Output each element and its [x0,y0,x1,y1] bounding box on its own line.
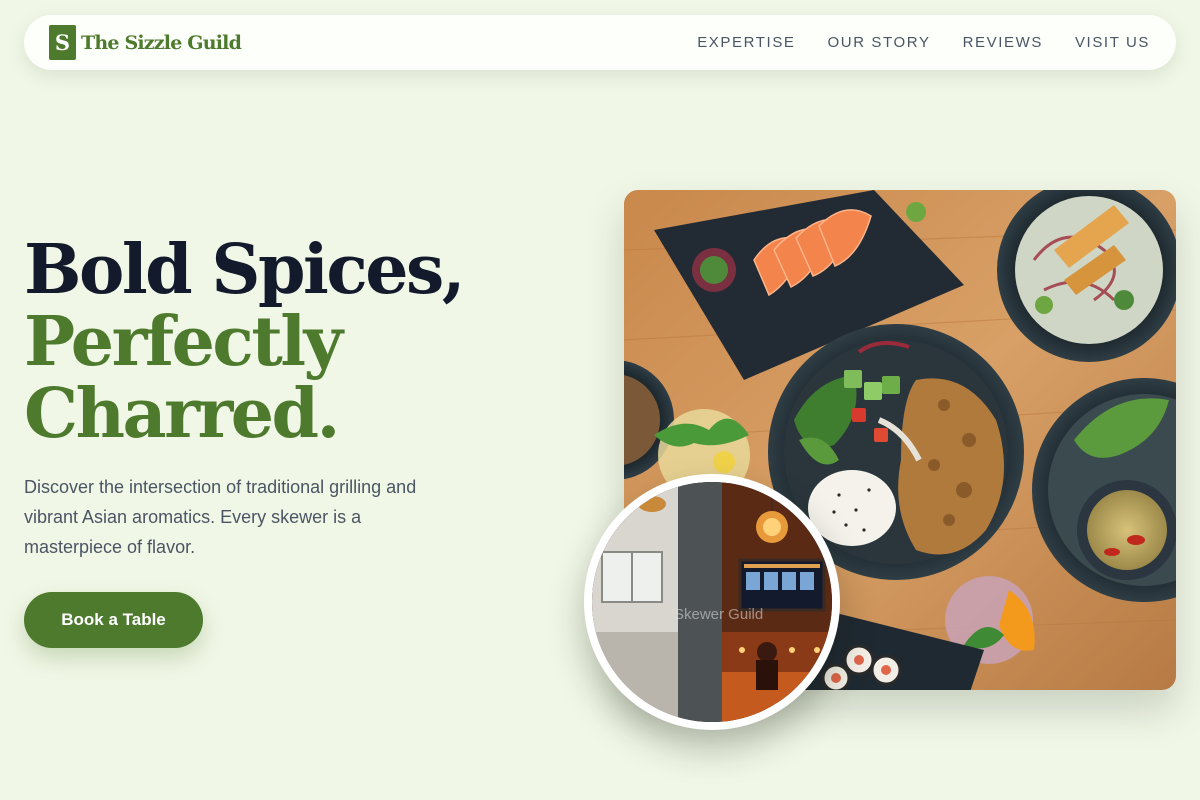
nav-link-our-story[interactable]: OUR STORY [828,34,931,51]
restaurant-interior-photo: Skewer Guild [592,482,832,722]
hero-description: Discover the intersection of traditional… [24,477,417,557]
nav-link-reviews[interactable]: REVIEWS [963,34,1043,51]
brand-logo-link[interactable]: S The Sizzle Guild [49,25,242,60]
nav-link-expertise[interactable]: EXPERTISE [697,34,795,51]
hero-title: Bold Spices, Perfectly Charred. [24,230,466,454]
hero-title-line-3: Charred. [24,374,340,454]
nav-links: EXPERTISE OUR STORY REVIEWS VISIT US [697,34,1150,51]
hero-title-line-2: Perfectly [24,302,343,382]
top-navigation: S The Sizzle Guild EXPERTISE OUR STORY R… [24,15,1176,70]
book-table-button[interactable]: Book a Table [24,592,203,648]
restaurant-interior-image: Skewer Guild [584,474,840,730]
nav-link-visit-us[interactable]: VISIT US [1075,34,1150,51]
hero-title-line-1: Bold Spices, [24,230,466,310]
brand-name: The Sizzle Guild [81,31,242,54]
logo-mark: S [49,25,76,60]
